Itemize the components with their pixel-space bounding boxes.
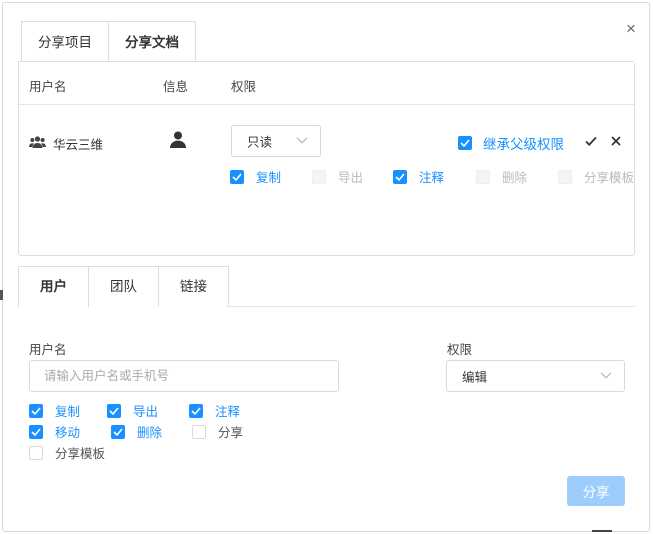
tab-divider bbox=[226, 306, 635, 307]
column-header-permission: 权限 bbox=[231, 80, 257, 94]
row-option-label: 注释 bbox=[419, 171, 445, 185]
inherit-parent-checkbox[interactable]: 继承父级权限 bbox=[458, 133, 564, 153]
row-option-annotate[interactable]: 注释 bbox=[393, 167, 444, 186]
background-glyph-fragment bbox=[592, 530, 612, 534]
row-permission-select[interactable]: 只读 bbox=[231, 125, 321, 157]
tab-team[interactable]: 团队 bbox=[89, 266, 159, 307]
row-option-copy[interactable]: 复制 bbox=[230, 167, 281, 186]
checkbox-checked-icon bbox=[189, 403, 203, 418]
option-copy[interactable]: 复制 bbox=[29, 401, 80, 420]
column-header-info: 信息 bbox=[163, 80, 189, 94]
row-option-label: 删除 bbox=[502, 171, 528, 185]
chevron-down-icon bbox=[296, 137, 308, 144]
checkbox-disabled-icon bbox=[476, 169, 490, 184]
row-option-label: 分享模板 bbox=[584, 171, 634, 185]
option-label: 删除 bbox=[137, 426, 163, 440]
option-label: 移动 bbox=[55, 426, 81, 440]
checkbox-unchecked-icon bbox=[29, 445, 43, 460]
option-share[interactable]: 分享 bbox=[192, 422, 243, 441]
checkbox-checked-icon bbox=[29, 424, 43, 439]
option-label: 复制 bbox=[55, 405, 81, 419]
option-label: 导出 bbox=[133, 405, 159, 419]
recipient-tabs: 用户 团队 链接 bbox=[18, 266, 229, 307]
close-icon[interactable]: × bbox=[623, 20, 639, 37]
checkbox-checked-icon bbox=[393, 169, 407, 184]
username-label: 用户名 bbox=[29, 343, 67, 357]
row-option-export[interactable]: 导出 bbox=[312, 167, 363, 186]
permission-value: 编辑 bbox=[462, 370, 488, 385]
checkbox-checked-icon bbox=[29, 403, 43, 418]
checkbox-checked-icon bbox=[458, 136, 472, 150]
checkbox-checked-icon bbox=[230, 169, 244, 184]
table-row-user: 华云三维 bbox=[29, 134, 103, 153]
tab-share-project[interactable]: 分享项目 bbox=[21, 21, 109, 65]
row-option-delete[interactable]: 删除 bbox=[476, 167, 527, 186]
username-input[interactable] bbox=[29, 360, 339, 392]
checkbox-disabled-icon bbox=[312, 169, 326, 184]
checkbox-checked-icon bbox=[107, 403, 121, 418]
chevron-down-icon bbox=[600, 372, 612, 379]
inherit-parent-label: 继承父级权限 bbox=[483, 137, 564, 152]
option-label: 注释 bbox=[215, 405, 241, 419]
option-export[interactable]: 导出 bbox=[107, 401, 158, 420]
checkbox-disabled-icon bbox=[558, 169, 572, 184]
row-option-label: 导出 bbox=[338, 171, 364, 185]
row-option-share-template[interactable]: 分享模板 bbox=[558, 167, 634, 186]
option-label: 分享模板 bbox=[55, 447, 106, 461]
person-icon[interactable] bbox=[170, 131, 186, 151]
background-glyph-fragment bbox=[0, 290, 3, 300]
check-icon[interactable] bbox=[584, 134, 598, 148]
checkbox-unchecked-icon bbox=[192, 424, 206, 439]
option-annotate[interactable]: 注释 bbox=[189, 401, 240, 420]
close-icon[interactable] bbox=[609, 134, 623, 148]
tab-share-document[interactable]: 分享文档 bbox=[109, 21, 196, 65]
option-move[interactable]: 移动 bbox=[29, 422, 80, 441]
tab-user[interactable]: 用户 bbox=[18, 266, 89, 307]
team-icon bbox=[29, 136, 46, 151]
row-permission-value: 只读 bbox=[247, 135, 273, 150]
checkbox-checked-icon bbox=[111, 424, 125, 439]
option-delete[interactable]: 删除 bbox=[111, 422, 162, 441]
permission-label: 权限 bbox=[447, 343, 473, 357]
table-header: 用户名 信息 权限 bbox=[19, 62, 634, 105]
column-header-username: 用户名 bbox=[29, 80, 67, 94]
permission-select[interactable]: 编辑 bbox=[446, 360, 625, 392]
option-share-template[interactable]: 分享模板 bbox=[29, 443, 105, 462]
option-label: 分享 bbox=[218, 426, 244, 440]
user-name: 华云三维 bbox=[53, 138, 104, 152]
row-option-label: 复制 bbox=[256, 171, 282, 185]
permissions-table: 用户名 信息 权限 华云三维 只读 继承父级权限 复制 导出 注释 删除 分享模… bbox=[18, 61, 635, 256]
share-button[interactable]: 分享 bbox=[567, 476, 625, 506]
tab-link[interactable]: 链接 bbox=[159, 266, 229, 307]
share-type-tabs: 分享项目 分享文档 bbox=[21, 21, 196, 65]
